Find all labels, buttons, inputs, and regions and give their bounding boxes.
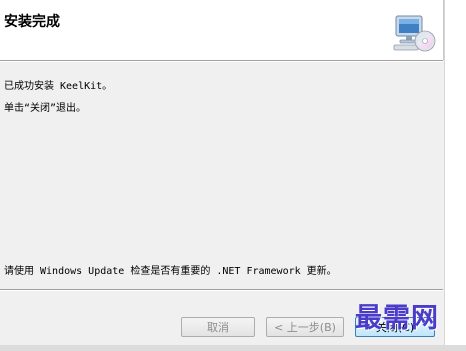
bottom-edge	[0, 345, 466, 351]
footer-divider	[0, 289, 443, 291]
exit-hint-text: 单击“关闭”退出。	[4, 103, 87, 114]
header-divider	[0, 60, 443, 62]
install-success-text: 已成功安装 KeelKit。	[4, 81, 113, 92]
windows-update-hint-text: 请使用 Windows Update 检查是否有重要的 .NET Framewo…	[4, 266, 337, 277]
page-title: 安装完成	[4, 14, 60, 30]
back-button[interactable]: < 上一步(B)	[266, 317, 344, 337]
background-window-edge	[444, 0, 466, 351]
cancel-button[interactable]: 取消	[181, 317, 255, 337]
site-watermark: 最需网	[355, 303, 439, 334]
computer-cd-icon	[392, 14, 436, 54]
installer-window: 安装完成 已成功安装 KeelKit。 单击“关闭”退出。 请使用 Window…	[0, 0, 466, 351]
header-banner: 安装完成	[0, 0, 444, 60]
